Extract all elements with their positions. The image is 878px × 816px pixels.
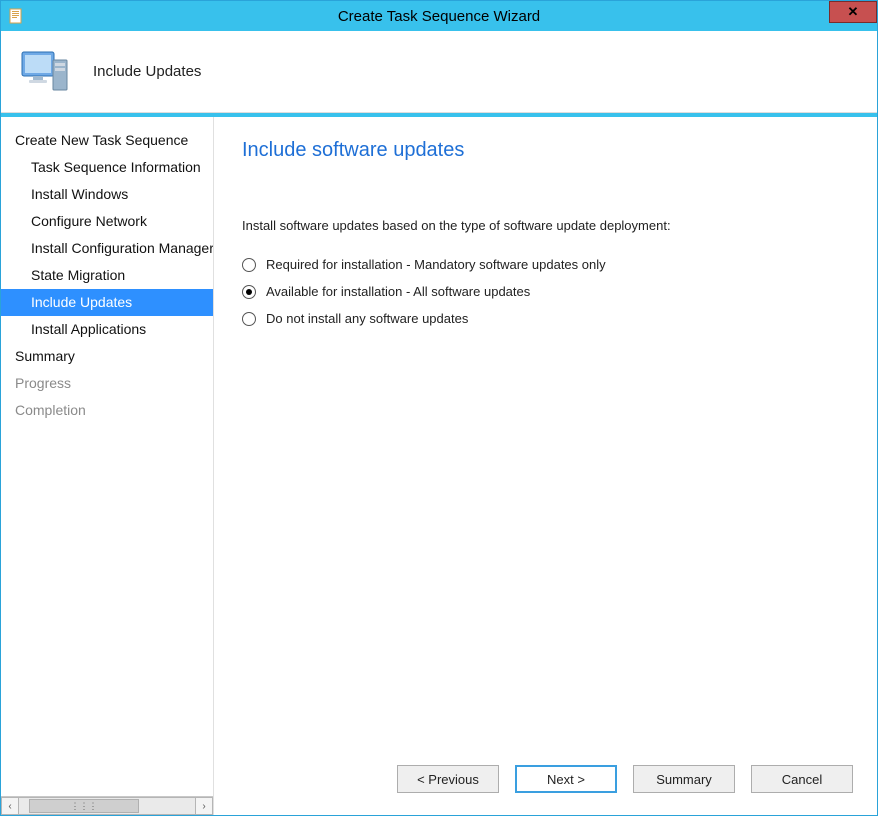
nav-item-progress: Progress xyxy=(1,370,213,397)
radio-label: Do not install any software updates xyxy=(266,311,468,326)
nav-item-install-configuration-manager[interactable]: Install Configuration Manager xyxy=(1,235,213,262)
scroll-left-button[interactable]: ‹ xyxy=(1,797,19,815)
radio-label: Available for installation - All softwar… xyxy=(266,284,530,299)
instruction-text: Install software updates based on the ty… xyxy=(242,218,847,233)
radio-no-updates[interactable]: Do not install any software updates xyxy=(242,305,847,332)
nav-item-state-migration[interactable]: State Migration xyxy=(1,262,213,289)
summary-button[interactable]: Summary xyxy=(633,765,735,793)
radio-available-updates[interactable]: Available for installation - All softwar… xyxy=(242,278,847,305)
next-button[interactable]: Next > xyxy=(515,765,617,793)
wizard-main: Include software updates Install softwar… xyxy=(214,117,877,815)
chevron-left-icon: ‹ xyxy=(8,801,11,812)
computer-icon xyxy=(19,46,71,98)
sidebar-horizontal-scrollbar[interactable]: ‹ ⋮⋮⋮ › xyxy=(1,796,213,815)
update-options-group: Required for installation - Mandatory so… xyxy=(242,251,847,332)
nav-item-label: Task Sequence Information xyxy=(31,159,201,175)
nav-item-label: Configure Network xyxy=(31,213,147,229)
wizard-footer: < Previous Next > Summary Cancel xyxy=(214,751,877,815)
nav-item-label: State Migration xyxy=(31,267,125,283)
previous-button[interactable]: < Previous xyxy=(397,765,499,793)
scroll-right-button[interactable]: › xyxy=(195,797,213,815)
radio-required-updates[interactable]: Required for installation - Mandatory so… xyxy=(242,251,847,278)
close-icon: ✕ xyxy=(848,4,859,20)
scroll-thumb[interactable]: ⋮⋮⋮ xyxy=(29,799,139,813)
nav-item-label: Create New Task Sequence xyxy=(15,132,188,148)
wizard-header: Include Updates xyxy=(1,31,877,113)
nav-item-create-new-task-sequence[interactable]: Create New Task Sequence xyxy=(1,127,213,154)
nav-item-label: Completion xyxy=(15,402,86,418)
titlebar[interactable]: Create Task Sequence Wizard ✕ xyxy=(1,1,877,31)
radio-icon xyxy=(242,258,256,272)
window-title: Create Task Sequence Wizard xyxy=(1,8,877,25)
cancel-button[interactable]: Cancel xyxy=(751,765,853,793)
nav-item-label: Summary xyxy=(15,348,75,364)
nav-item-summary[interactable]: Summary xyxy=(1,343,213,370)
radio-icon xyxy=(242,312,256,326)
app-icon xyxy=(9,8,25,24)
step-title: Include Updates xyxy=(93,63,201,80)
nav-item-label: Progress xyxy=(15,375,71,391)
nav-item-label: Install Configuration Manager xyxy=(31,240,213,256)
nav-item-label: Install Applications xyxy=(31,321,146,337)
wizard-body: Create New Task Sequence Task Sequence I… xyxy=(1,113,877,815)
close-button[interactable]: ✕ xyxy=(829,1,877,23)
nav-item-label: Include Updates xyxy=(31,294,132,310)
wizard-sidebar: Create New Task Sequence Task Sequence I… xyxy=(1,117,214,815)
nav-item-include-updates[interactable]: Include Updates xyxy=(1,289,213,316)
scroll-track[interactable]: ⋮⋮⋮ xyxy=(19,797,195,815)
nav-item-configure-network[interactable]: Configure Network xyxy=(1,208,213,235)
nav-list: Create New Task Sequence Task Sequence I… xyxy=(1,117,213,796)
wizard-window: Create Task Sequence Wizard ✕ Include Up… xyxy=(0,0,878,816)
nav-item-label: Install Windows xyxy=(31,186,128,202)
radio-icon xyxy=(242,285,256,299)
nav-item-install-windows[interactable]: Install Windows xyxy=(1,181,213,208)
main-content: Include software updates Install softwar… xyxy=(214,117,877,751)
nav-item-install-applications[interactable]: Install Applications xyxy=(1,316,213,343)
chevron-right-icon: › xyxy=(202,801,205,812)
page-title: Include software updates xyxy=(242,139,847,162)
radio-label: Required for installation - Mandatory so… xyxy=(266,257,606,272)
nav-item-task-sequence-information[interactable]: Task Sequence Information xyxy=(1,154,213,181)
nav-item-completion: Completion xyxy=(1,397,213,424)
